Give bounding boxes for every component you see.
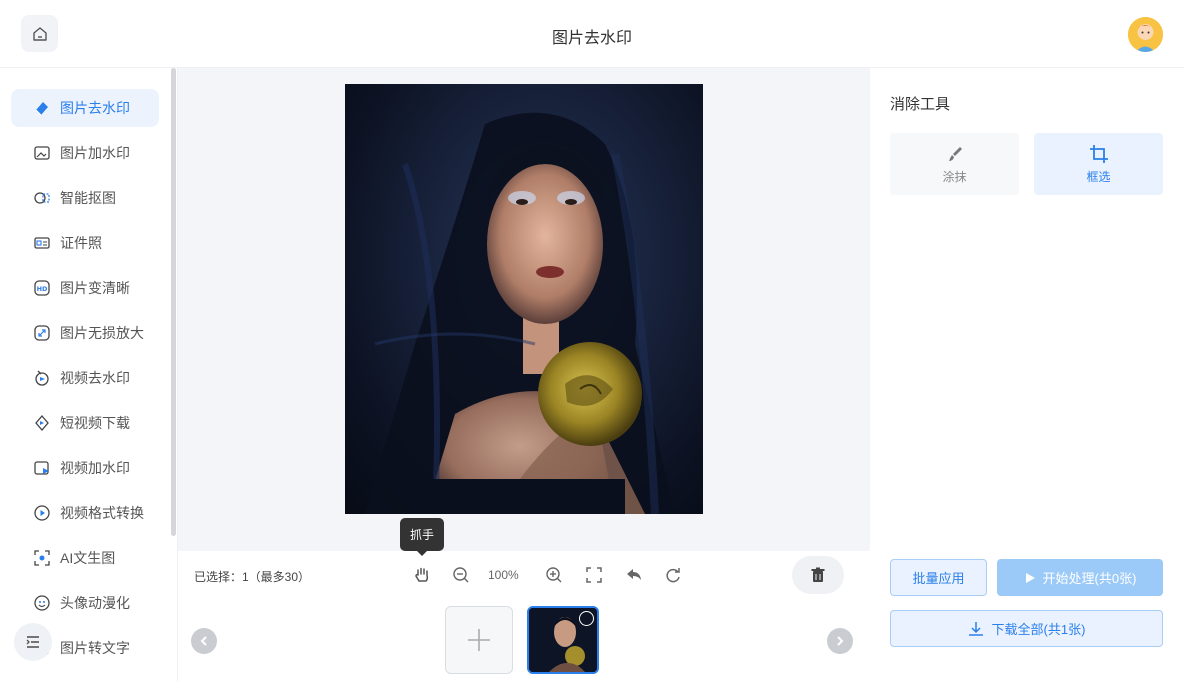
sidebar-item-id-photo[interactable]: 证件照 bbox=[11, 224, 159, 262]
chevron-right-icon bbox=[837, 636, 844, 646]
tool-panel-title: 消除工具 bbox=[890, 96, 951, 113]
sidebar-item-image-watermark-removal[interactable]: 图片去水印 bbox=[11, 89, 159, 127]
hand-icon bbox=[415, 567, 429, 582]
eraser-icon bbox=[33, 99, 51, 117]
play-icon bbox=[1025, 572, 1035, 583]
reset-button[interactable] bbox=[662, 564, 684, 586]
hd-icon: HD bbox=[33, 279, 51, 297]
trash-icon bbox=[811, 567, 825, 582]
ai-image-icon bbox=[33, 549, 51, 567]
sidebar-item-smart-cutout[interactable]: 智能抠图 bbox=[11, 179, 159, 217]
fullscreen-icon bbox=[586, 567, 602, 583]
sidebar-scrollbar[interactable] bbox=[171, 68, 176, 536]
zoom-in-icon bbox=[546, 567, 562, 583]
tool-smear-button[interactable]: 涂抹 bbox=[890, 133, 1019, 195]
sidebar-item-label: 图片变清晰 bbox=[60, 280, 130, 296]
sidebar-item-label: 图片转文字 bbox=[60, 640, 130, 656]
id-card-icon bbox=[33, 234, 51, 252]
sidebar-item-label: AI文生图 bbox=[60, 550, 116, 566]
download-icon bbox=[968, 621, 983, 636]
tool-smear-label: 涂抹 bbox=[942, 170, 967, 184]
sidebar-item-label: 证件照 bbox=[60, 235, 102, 251]
tool-panel: 消除工具 涂抹 框选 批量应用 开始处理(共0张) 下载全部(共1张) bbox=[870, 68, 1184, 681]
collapse-menu-button[interactable] bbox=[14, 623, 52, 661]
sidebar-item-label: 视频去水印 bbox=[60, 370, 130, 386]
sidebar-item-label: 视频格式转换 bbox=[60, 505, 144, 521]
next-image-button[interactable] bbox=[827, 628, 853, 654]
video-watermark-icon bbox=[33, 459, 51, 477]
zoom-level: 100% bbox=[488, 568, 519, 582]
download-all-label: 下载全部(共1张) bbox=[991, 622, 1086, 637]
sidebar-item-image-add-watermark[interactable]: 图片加水印 bbox=[11, 134, 159, 172]
sidebar-item-label: 短视频下载 bbox=[60, 415, 130, 431]
anime-avatar-icon bbox=[33, 594, 51, 612]
prev-image-button[interactable] bbox=[191, 628, 217, 654]
edited-photo[interactable] bbox=[345, 84, 703, 514]
image-add-icon bbox=[33, 144, 51, 162]
delete-button[interactable] bbox=[792, 556, 844, 594]
undo-button[interactable] bbox=[623, 564, 645, 586]
image-thumbnail[interactable] bbox=[527, 606, 599, 674]
top-header: 图片去水印 bbox=[0, 0, 1184, 68]
chevron-left-icon bbox=[200, 636, 207, 646]
sidebar-item-label: 视频加水印 bbox=[60, 460, 130, 476]
zoom-out-icon bbox=[453, 567, 469, 583]
menu-icon bbox=[26, 636, 39, 648]
cutout-icon bbox=[33, 189, 51, 207]
sidebar-item-video-format-convert[interactable]: 视频格式转换 bbox=[11, 494, 159, 532]
sidebar-item-label: 智能抠图 bbox=[60, 190, 116, 206]
add-image-button[interactable] bbox=[445, 606, 513, 674]
sidebar-item-ai-text-to-image[interactable]: AI文生图 bbox=[11, 539, 159, 577]
tool-box-select-button[interactable]: 框选 bbox=[1034, 133, 1163, 195]
plus-icon bbox=[468, 629, 490, 651]
thumbnail-select-checkbox[interactable] bbox=[579, 611, 594, 626]
canvas-toolbar: 已选择：1（最多30） 100% bbox=[178, 551, 870, 601]
fit-screen-button[interactable] bbox=[583, 564, 605, 586]
video-eraser-icon bbox=[33, 369, 51, 387]
hand-tool-button[interactable] bbox=[411, 564, 433, 586]
zoom-in-button[interactable] bbox=[543, 564, 565, 586]
crop-icon bbox=[1089, 143, 1109, 165]
image-canvas[interactable] bbox=[178, 68, 870, 551]
sidebar-item-image-enhance[interactable]: HD 图片变清晰 bbox=[11, 269, 159, 307]
batch-apply-button[interactable]: 批量应用 bbox=[890, 559, 987, 596]
page-title: 图片去水印 bbox=[551, 30, 632, 47]
sidebar-item-label: 图片加水印 bbox=[60, 145, 130, 161]
start-process-button[interactable]: 开始处理(共0张) bbox=[997, 559, 1163, 596]
short-video-icon bbox=[33, 414, 51, 432]
user-avatar[interactable] bbox=[1128, 17, 1163, 52]
tool-box-select-label: 框选 bbox=[1086, 170, 1111, 184]
selection-count: 已选择：1（最多30） bbox=[194, 570, 311, 584]
sidebar-item-video-watermark-removal[interactable]: 视频去水印 bbox=[11, 359, 159, 397]
sidebar-item-anime-avatar[interactable]: 头像动漫化 bbox=[11, 584, 159, 622]
svg-text:HD: HD bbox=[37, 285, 48, 293]
refresh-icon bbox=[666, 568, 680, 583]
sidebar-item-video-add-watermark[interactable]: 视频加水印 bbox=[11, 449, 159, 487]
sidebar-item-short-video-download[interactable]: 短视频下载 bbox=[11, 404, 159, 442]
brush-icon bbox=[946, 143, 964, 165]
video-convert-icon bbox=[33, 504, 51, 522]
start-process-label: 开始处理(共0张) bbox=[1042, 571, 1137, 586]
sidebar-item-lossless-enlarge[interactable]: 图片无损放大 bbox=[11, 314, 159, 352]
zoom-out-button[interactable] bbox=[450, 564, 472, 586]
sidebar: 图片去水印 图片加水印 智能抠图 证件照 HD 图片变清晰 图片无损放大 视频去… bbox=[0, 68, 178, 681]
sidebar-item-label: 头像动漫化 bbox=[60, 595, 130, 611]
sidebar-item-label: 图片无损放大 bbox=[60, 325, 144, 341]
sidebar-item-label: 图片去水印 bbox=[60, 100, 130, 116]
download-all-button[interactable]: 下载全部(共1张) bbox=[890, 610, 1163, 647]
undo-icon bbox=[627, 569, 641, 580]
enlarge-icon bbox=[33, 324, 51, 342]
hand-tool-tooltip: 抓手 bbox=[400, 518, 444, 556]
